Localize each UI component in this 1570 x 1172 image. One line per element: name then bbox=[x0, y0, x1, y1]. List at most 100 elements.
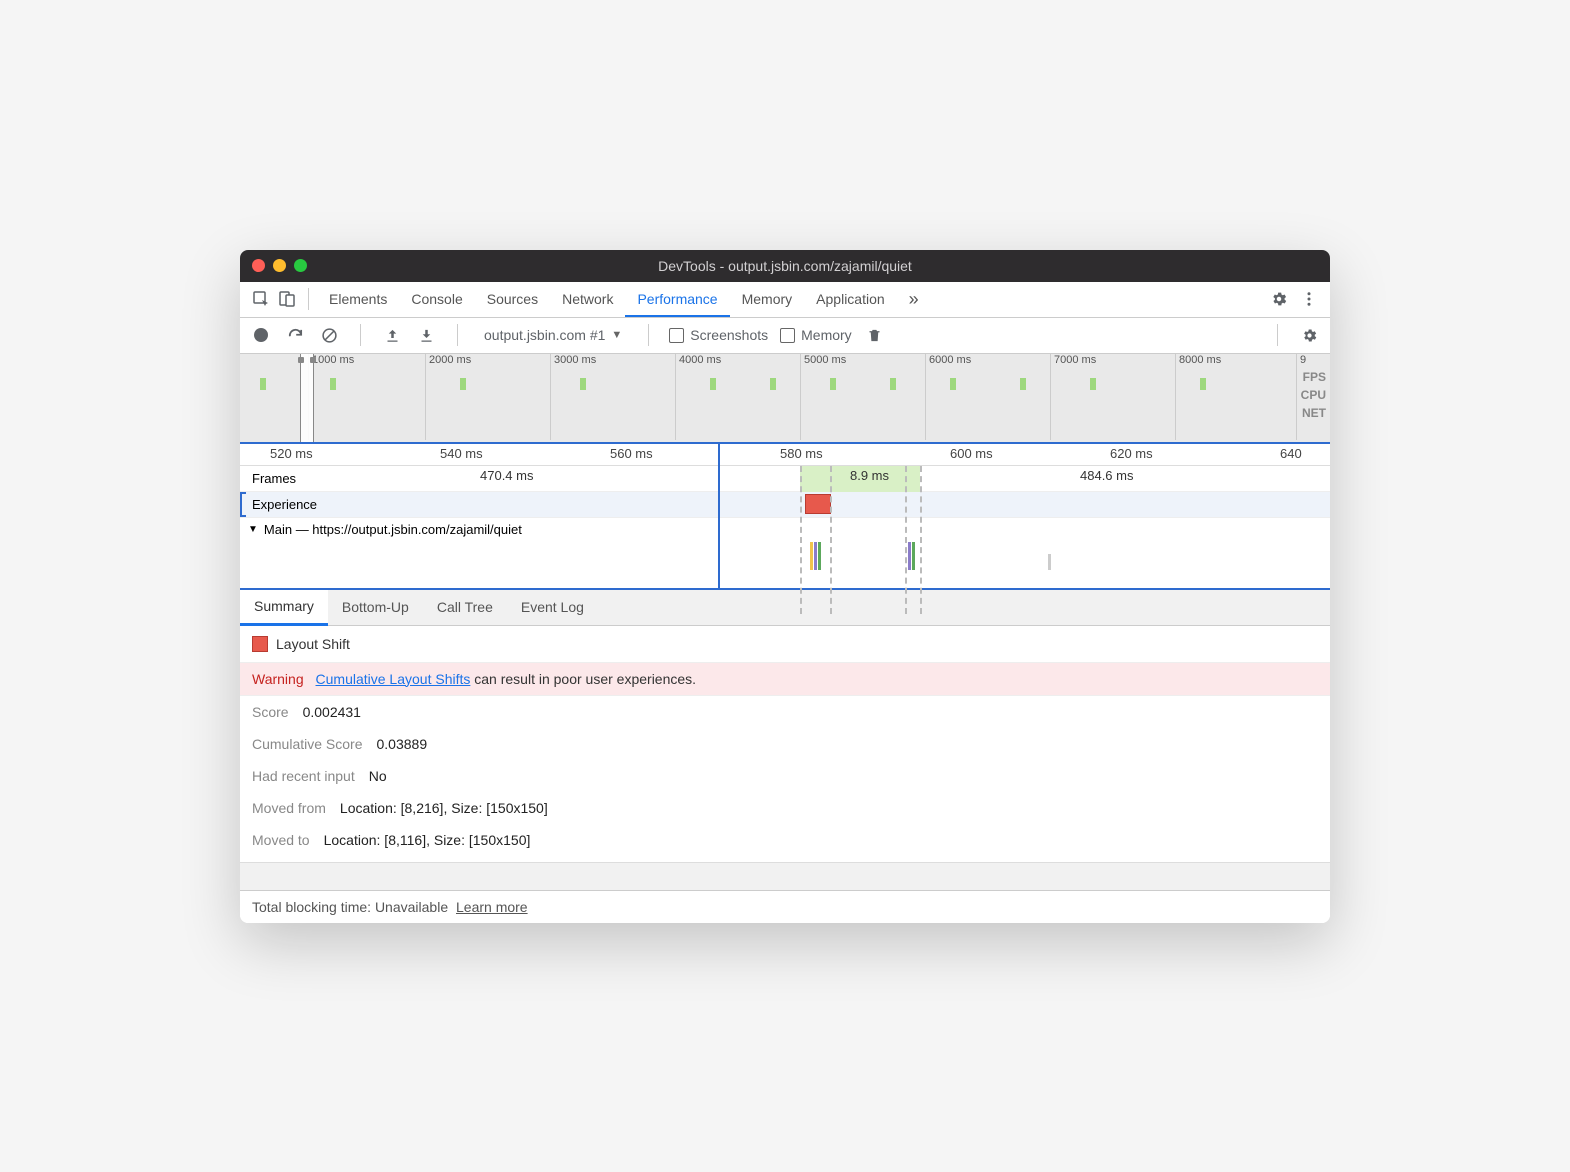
ruler-tick: 620 ms bbox=[1110, 446, 1153, 461]
prop-cumulative-score: Cumulative Score 0.03889 bbox=[240, 728, 1330, 760]
experience-row[interactable]: Experience bbox=[240, 492, 1330, 518]
tab-elements[interactable]: Elements bbox=[317, 282, 399, 317]
prop-moved-from: Moved from Location: [8,216], Size: [150… bbox=[240, 792, 1330, 824]
settings-gear-icon[interactable] bbox=[1298, 327, 1320, 344]
titlebar: DevTools - output.jsbin.com/zajamil/quie… bbox=[240, 250, 1330, 282]
spacer bbox=[240, 862, 1330, 890]
prop-key: Score bbox=[252, 704, 289, 720]
ruler-tick: 580 ms bbox=[780, 446, 823, 461]
frames-row: Frames 470.4 ms 8.9 ms 484.6 ms bbox=[240, 466, 1330, 492]
prop-key: Moved to bbox=[252, 832, 310, 848]
download-button[interactable] bbox=[415, 328, 437, 343]
tab-performance[interactable]: Performance bbox=[625, 282, 729, 317]
tab-sources[interactable]: Sources bbox=[475, 282, 550, 317]
layout-shift-swatch-icon bbox=[252, 636, 268, 652]
tab-memory[interactable]: Memory bbox=[730, 282, 805, 317]
flamechart[interactable]: 520 ms 540 ms 560 ms 580 ms 600 ms 620 m… bbox=[240, 444, 1330, 590]
divider bbox=[360, 324, 361, 346]
screenshots-checkbox[interactable]: Screenshots bbox=[669, 327, 768, 343]
kebab-menu-icon[interactable] bbox=[1296, 286, 1322, 312]
timeline-overview[interactable]: 1000 ms 2000 ms 3000 ms 4000 ms 5000 ms … bbox=[240, 354, 1330, 444]
playhead[interactable] bbox=[718, 444, 720, 588]
main-thread-row[interactable]: ▼ Main — https://output.jsbin.com/zajami… bbox=[240, 518, 1330, 588]
chevron-down-icon[interactable]: ▼ bbox=[248, 524, 258, 535]
cpu-label: CPU bbox=[1301, 386, 1326, 404]
device-toggle-icon[interactable] bbox=[274, 286, 300, 312]
subtab-summary[interactable]: Summary bbox=[240, 590, 328, 626]
frames-row-label: Frames bbox=[252, 471, 296, 486]
detail-subtabs: Summary Bottom-Up Call Tree Event Log bbox=[240, 590, 1330, 626]
summary-title: Layout Shift bbox=[276, 636, 350, 652]
warning-bar: Warning Cumulative Layout Shifts can res… bbox=[240, 663, 1330, 696]
ruler-tick: 640 bbox=[1280, 446, 1302, 461]
overview-tracks: FPS CPU NET bbox=[1301, 368, 1326, 422]
learn-more-link[interactable]: Learn more bbox=[456, 899, 528, 915]
prop-moved-to: Moved to Location: [8,116], Size: [150x1… bbox=[240, 824, 1330, 856]
warning-text: can result in poor user experiences. bbox=[470, 671, 696, 687]
memory-label: Memory bbox=[801, 327, 852, 343]
net-label: NET bbox=[1301, 404, 1326, 422]
frame-duration: 8.9 ms bbox=[850, 468, 889, 483]
panel-tabs: Elements Console Sources Network Perform… bbox=[240, 282, 1330, 318]
summary-panel: Layout Shift Warning Cumulative Layout S… bbox=[240, 626, 1330, 923]
inspect-icon[interactable] bbox=[248, 286, 274, 312]
ruler-tick: 600 ms bbox=[950, 446, 993, 461]
close-icon[interactable] bbox=[252, 259, 265, 272]
subtab-bottomup[interactable]: Bottom-Up bbox=[328, 590, 423, 625]
prop-key: Had recent input bbox=[252, 768, 355, 784]
reload-button[interactable] bbox=[284, 327, 306, 344]
recording-select[interactable]: output.jsbin.com #1 ▼ bbox=[478, 327, 628, 343]
perf-toolbar: output.jsbin.com #1 ▼ Screenshots Memory bbox=[240, 318, 1330, 354]
warning-label: Warning bbox=[252, 671, 304, 687]
tab-console[interactable]: Console bbox=[399, 282, 474, 317]
prop-val: No bbox=[369, 768, 387, 784]
fps-label: FPS bbox=[1301, 368, 1326, 386]
ov-tick-label: 8000 ms bbox=[1179, 354, 1221, 366]
divider bbox=[648, 324, 649, 346]
checkbox-icon bbox=[780, 328, 795, 343]
upload-button[interactable] bbox=[381, 328, 403, 343]
ov-tick-label: 4000 ms bbox=[679, 354, 721, 366]
tab-application[interactable]: Application bbox=[804, 282, 897, 317]
chevron-down-icon: ▼ bbox=[611, 329, 622, 341]
prop-val: Location: [8,216], Size: [150x150] bbox=[340, 800, 548, 816]
prop-val: Location: [8,116], Size: [150x150] bbox=[324, 832, 531, 848]
tab-network[interactable]: Network bbox=[550, 282, 625, 317]
tabs-overflow[interactable]: » bbox=[897, 282, 931, 317]
prop-val: 0.002431 bbox=[303, 704, 361, 720]
recording-name: output.jsbin.com #1 bbox=[484, 327, 605, 343]
divider bbox=[1277, 324, 1278, 346]
footer-bar: Total blocking time: Unavailable Learn m… bbox=[240, 890, 1330, 923]
cumulative-layout-shifts-link[interactable]: Cumulative Layout Shifts bbox=[316, 671, 471, 687]
minimize-icon[interactable] bbox=[273, 259, 286, 272]
maximize-icon[interactable] bbox=[294, 259, 307, 272]
blocking-time-text: Total blocking time: Unavailable bbox=[252, 899, 448, 915]
overview-selection[interactable] bbox=[300, 354, 314, 442]
devtools-window: DevTools - output.jsbin.com/zajamil/quie… bbox=[240, 250, 1330, 923]
subtab-eventlog[interactable]: Event Log bbox=[507, 590, 598, 625]
subtab-calltree[interactable]: Call Tree bbox=[423, 590, 507, 625]
task-boundary bbox=[905, 466, 907, 614]
divider bbox=[308, 288, 309, 310]
ov-tick-label: 2000 ms bbox=[429, 354, 471, 366]
task-boundary bbox=[800, 466, 802, 614]
gear-icon[interactable] bbox=[1266, 286, 1292, 312]
prop-key: Cumulative Score bbox=[252, 736, 363, 752]
prop-score: Score 0.002431 bbox=[240, 696, 1330, 728]
task-boundary bbox=[830, 466, 832, 614]
frame-duration: 470.4 ms bbox=[480, 468, 533, 483]
ov-tick-label: 5000 ms bbox=[804, 354, 846, 366]
trash-button[interactable] bbox=[864, 327, 886, 344]
layout-shift-marker[interactable] bbox=[805, 494, 831, 514]
clear-button[interactable] bbox=[318, 327, 340, 344]
window-title: DevTools - output.jsbin.com/zajamil/quie… bbox=[240, 258, 1330, 274]
screenshots-label: Screenshots bbox=[690, 327, 768, 343]
ov-tick-label: 1000 ms bbox=[312, 354, 354, 366]
record-button[interactable] bbox=[250, 328, 272, 342]
ruler-tick: 560 ms bbox=[610, 446, 653, 461]
detail-ruler: 520 ms 540 ms 560 ms 580 ms 600 ms 620 m… bbox=[240, 444, 1330, 466]
divider bbox=[457, 324, 458, 346]
task-boundary bbox=[920, 466, 922, 614]
memory-checkbox[interactable]: Memory bbox=[780, 327, 852, 343]
prop-val: 0.03889 bbox=[377, 736, 428, 752]
